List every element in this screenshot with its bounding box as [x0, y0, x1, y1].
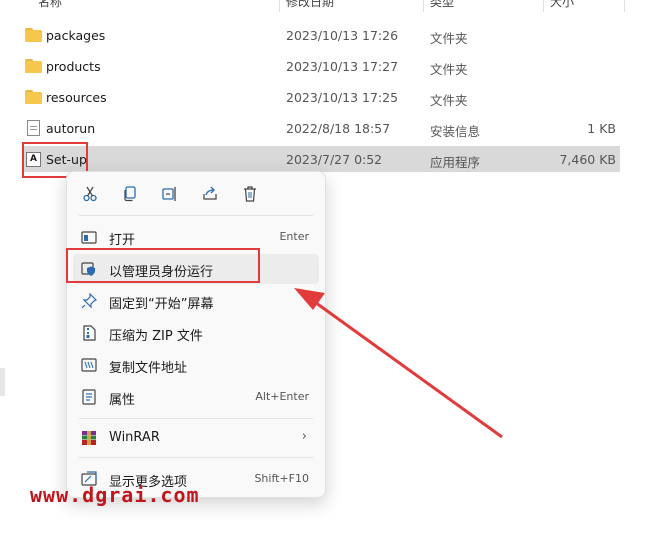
file-explorer: 名称 修改日期 类型 大小 packages 2023/10/13 17:26 … — [0, 0, 663, 533]
watermark-text: www.dgrai.com — [30, 483, 200, 507]
annotation-arrow — [294, 288, 503, 439]
